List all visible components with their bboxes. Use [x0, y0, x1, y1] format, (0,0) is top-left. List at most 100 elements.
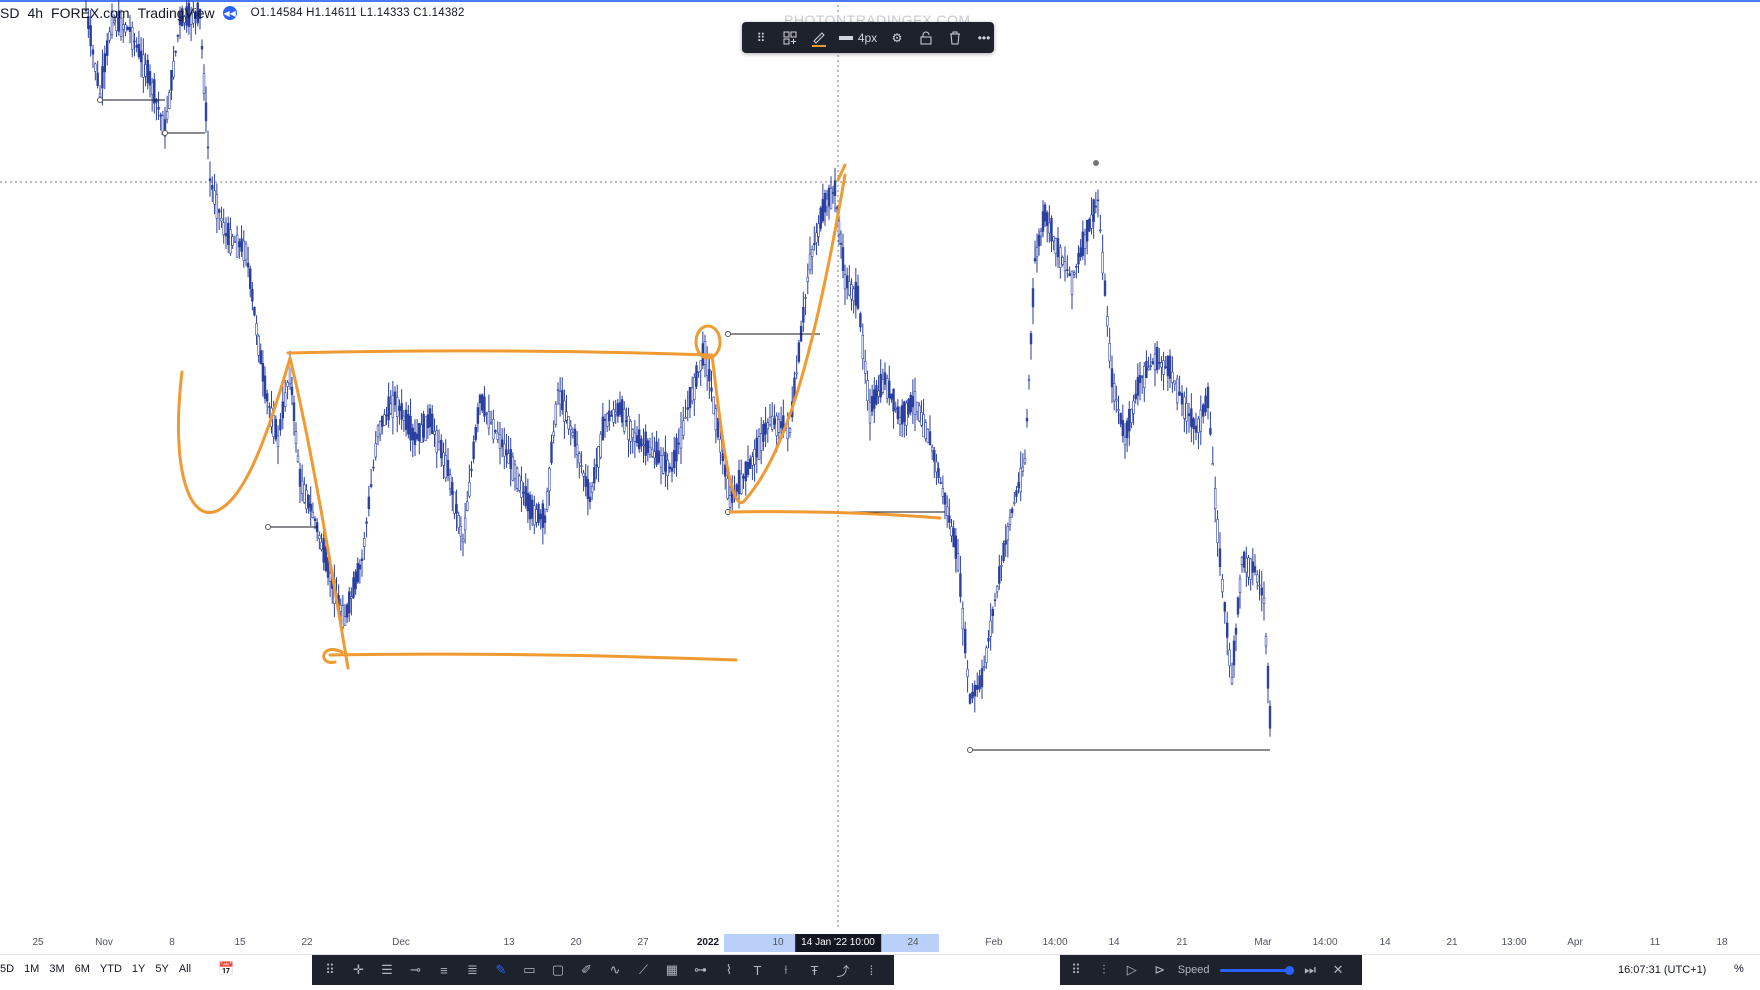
candle-body [1197, 418, 1200, 433]
path-icon[interactable]: ∿ [603, 962, 627, 978]
candle-body [1211, 463, 1215, 466]
level-anchor-point[interactable] [967, 747, 973, 753]
speed-slider-knob[interactable] [1285, 965, 1295, 975]
date-range-selector[interactable]: 5D 1M 3M 6M YTD 1Y 5Y All [0, 963, 201, 975]
candle-body [1258, 584, 1261, 587]
replay-controls[interactable]: ⠿ ⫶ ▷ ⊳ Speed ⏭ ✕ [1060, 955, 1362, 985]
drawing-tools-bar[interactable]: ⠿ ✛ ☰ ⊸ ≡ ≣ ✎ ▭ ▢ ✐ ∿ ⟋ ▦ ⊶ ⌇ T ⟊ Ŧ ⤴ ⁞ [312, 955, 894, 985]
symbol-header[interactable]: SD 4h FOREX.com TradingView ◀◀ O1.14584 … [0, 3, 473, 23]
candle-body [1070, 270, 1074, 296]
range-button-3m[interactable]: 3M [49, 963, 64, 975]
trash-icon[interactable] [942, 25, 968, 50]
close-replay-icon[interactable]: ✕ [1328, 962, 1348, 978]
candle-body [470, 468, 473, 471]
candle-body [451, 482, 454, 495]
pattern-icon[interactable]: ⌇ [717, 962, 741, 978]
level-anchor-point[interactable] [265, 524, 271, 530]
level-anchor-point[interactable] [162, 130, 168, 136]
candle-body [303, 484, 306, 503]
candle-body [1268, 705, 1272, 729]
candle-body [1209, 428, 1212, 435]
range-button-5y[interactable]: 5Y [155, 963, 168, 975]
vertical-line-icon[interactable]: ⁞ [860, 963, 884, 978]
candle-body [276, 435, 280, 448]
candle-body [797, 342, 801, 362]
horizontal-ray-icon[interactable]: ⊸ [404, 962, 428, 978]
callout-icon[interactable]: ▭ [518, 962, 542, 978]
crosshair-icon[interactable]: ✛ [347, 962, 371, 978]
high-anchor-point[interactable] [1093, 160, 1099, 166]
candle-body [806, 276, 809, 282]
curve-icon[interactable]: ⤴ [831, 961, 855, 980]
candle-body [409, 415, 412, 441]
play-icon[interactable]: ▷ [1122, 962, 1142, 978]
range-button-1m[interactable]: 1M [24, 963, 39, 975]
candle-body [1072, 272, 1076, 275]
measure-icon[interactable]: ⊶ [689, 962, 713, 978]
candle-body [341, 605, 345, 628]
jump-to-realtime-icon[interactable]: ⏭ [1300, 962, 1320, 978]
price-chart[interactable] [0, 0, 1760, 930]
clock[interactable]: 16:07:31 (UTC+1) [1618, 964, 1706, 976]
candle-body [268, 406, 271, 408]
rectangle-icon[interactable]: ▢ [546, 962, 570, 978]
settings-icon[interactable]: ⚙ [884, 25, 910, 50]
range-button-all[interactable]: All [179, 963, 191, 975]
lock-icon[interactable] [913, 25, 939, 50]
candle-body [699, 360, 702, 371]
drag-handle-icon[interactable]: ⠿ [1066, 962, 1086, 978]
range-button-ytd[interactable]: YTD [100, 963, 122, 975]
range-button-6m[interactable]: 6M [75, 963, 90, 975]
line-width-icon[interactable]: 4px [835, 25, 881, 50]
rewind-icon[interactable]: ◀◀ [222, 6, 237, 20]
drawing-toolbar[interactable]: ⠿ 4px ⚙ ••• [742, 22, 994, 53]
speed-slider[interactable] [1219, 965, 1295, 975]
level-anchor-point[interactable] [725, 331, 731, 337]
time-axis[interactable]: 25 Nov 8 15 22 Dec 13 20 27 2022 10 24 Feb 14:00 14 21 M… [0, 934, 1760, 952]
interval-label[interactable]: 4h [27, 5, 43, 21]
percent-toggle[interactable]: % [1734, 963, 1744, 975]
symbol-name[interactable]: SD [0, 5, 19, 21]
highlighter-icon[interactable]: ✐ [575, 962, 599, 978]
fib-retracement-icon[interactable]: ≣ [461, 962, 485, 978]
candle-body [907, 398, 910, 415]
drag-handle-icon[interactable]: ⠿ [318, 962, 342, 978]
pencil-color-icon[interactable] [806, 25, 832, 50]
more-icon[interactable]: ••• [971, 25, 997, 50]
candle-body [1143, 365, 1146, 388]
parallel-channel-icon[interactable]: ≡ [432, 963, 456, 978]
candle-body [644, 431, 647, 456]
grid-icon[interactable]: ▦ [660, 962, 684, 978]
text-icon[interactable]: T [746, 963, 770, 978]
candle-body [305, 489, 308, 510]
ruler-icon[interactable]: ⟋ [632, 962, 656, 978]
candle-body [172, 60, 175, 78]
range-button-5d[interactable]: 5D [0, 963, 14, 975]
candle-body [852, 288, 855, 301]
candle-body [1155, 346, 1159, 371]
level-anchor-point[interactable] [97, 97, 103, 103]
time-tick: 18 [1716, 937, 1728, 948]
text-size-icon[interactable]: Ŧ [803, 963, 827, 978]
horizontal-lines-icon[interactable]: ☰ [375, 962, 399, 978]
candle-body [703, 341, 707, 365]
template-icon[interactable] [777, 25, 803, 50]
drag-handle-icon[interactable]: ⠿ [748, 25, 774, 50]
freehand-drawings[interactable] [176, 163, 942, 670]
calendar-goto-icon[interactable]: 📅 [218, 961, 234, 977]
brush-icon[interactable]: ✎ [489, 962, 513, 978]
candle-body [1230, 677, 1234, 685]
step-forward-icon[interactable]: ⊳ [1150, 962, 1170, 978]
candle-body [1045, 212, 1049, 227]
candle-body [1019, 467, 1022, 493]
drawing-top-circle [694, 324, 722, 360]
candle-body [1002, 543, 1005, 562]
candle-body [943, 492, 947, 505]
candle-body [616, 403, 620, 417]
range-button-1y[interactable]: 1Y [132, 963, 145, 975]
candle-body [1176, 378, 1179, 404]
fib-tool-icon[interactable]: ⟊ [774, 962, 798, 978]
candle-body [1249, 558, 1252, 580]
candle-body [428, 408, 432, 428]
replay-select-icon[interactable]: ⫶ [1094, 962, 1114, 978]
